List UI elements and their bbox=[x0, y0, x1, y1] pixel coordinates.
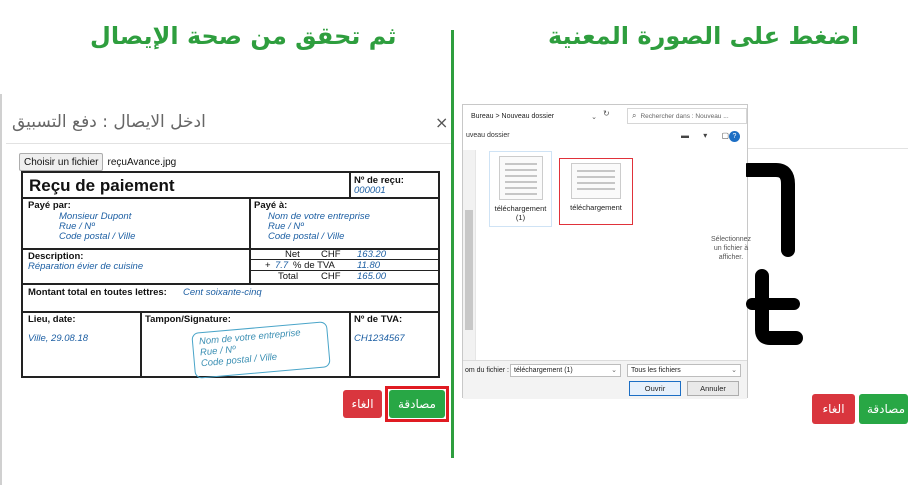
choose-file-button[interactable]: Choisir un fichier bbox=[19, 153, 104, 171]
file-item-selected[interactable]: téléchargement bbox=[559, 158, 633, 225]
modal-header-divider bbox=[748, 148, 908, 149]
file-input-row: Choisir un fichier reçuAvance.jpg bbox=[19, 153, 176, 171]
dialog-toolbar: uveau dossier ▬ ▾ ▢ ? bbox=[463, 129, 747, 145]
search-placeholder: Rechercher dans : Nouveau ... bbox=[640, 112, 729, 120]
total-currency: CHF bbox=[321, 271, 341, 282]
confirm-button[interactable]: مصادقة bbox=[859, 394, 908, 424]
new-folder-button[interactable]: uveau dossier bbox=[466, 132, 510, 139]
total-words-value: Cent soixante-cinq bbox=[183, 287, 262, 298]
receipt-rule bbox=[349, 173, 351, 197]
stamp-label: Tampon/Signature: bbox=[145, 314, 231, 325]
file-name-value: téléchargement (1) bbox=[514, 367, 573, 374]
selected-file-name: reçuAvance.jpg bbox=[107, 156, 177, 168]
receipt-preview: Reçu de paiement Nº de reçu: 000001 Payé… bbox=[21, 171, 440, 379]
file-open-dialog: Bureau > Nouveau dossier ⌄ ↻ ⌕ Recherche… bbox=[462, 104, 748, 399]
file-item[interactable]: téléchargement (1) bbox=[489, 151, 552, 227]
address-bar[interactable]: Bureau > Nouveau dossier ⌄ bbox=[465, 109, 601, 124]
description-value: Réparation évier de cuisine bbox=[28, 261, 144, 272]
dialog-footer: om du fichier : téléchargement (1) ⌄ Tou… bbox=[463, 360, 747, 399]
tva-value: 11.80 bbox=[357, 260, 381, 271]
close-icon[interactable]: × bbox=[435, 113, 448, 132]
place-date-value: Ville, 29.08.18 bbox=[28, 333, 89, 344]
tva-rate: 7.7 bbox=[275, 260, 289, 271]
receipt-rule bbox=[23, 197, 438, 199]
view-options-icon[interactable]: ▬ ▾ ▢ bbox=[681, 131, 735, 140]
total-words-label: Montant total en toutes lettres: bbox=[28, 287, 167, 298]
company-stamp: Nom de votre entreprise Rue / Nº Code po… bbox=[191, 321, 331, 379]
paid-by-line: Code postal / Ville bbox=[59, 231, 136, 242]
tva-prefix: + bbox=[265, 260, 271, 271]
file-thumbnail-icon bbox=[571, 163, 621, 199]
glyph-stroke bbox=[746, 163, 795, 257]
file-name-field[interactable]: téléchargement (1) ⌄ bbox=[510, 364, 621, 377]
total-label: Total bbox=[278, 271, 299, 282]
search-icon: ⌕ bbox=[632, 111, 637, 120]
paid-to-label: Payé à: bbox=[254, 200, 288, 211]
tva-label: % de TVA bbox=[293, 260, 335, 271]
step-heading-click-image: اضغط على الصورة المعنية bbox=[548, 22, 860, 50]
receipt-rule bbox=[349, 311, 351, 376]
paid-to-line: Code postal / Ville bbox=[268, 231, 345, 242]
receipt-title: Reçu de paiement bbox=[29, 176, 175, 195]
tva-number-value: CH1234567 bbox=[354, 333, 405, 344]
receipt-rule bbox=[23, 311, 438, 313]
breadcrumb: Bureau > Nouveau dossier bbox=[471, 113, 555, 120]
cancel-button[interactable]: الغاء bbox=[812, 394, 855, 424]
step-number-glyph-top bbox=[746, 163, 795, 257]
chevron-down-icon[interactable]: ⌄ bbox=[731, 365, 737, 376]
net-value: 163.20 bbox=[357, 249, 387, 260]
file-name-label: om du fichier : bbox=[465, 367, 509, 374]
file-type-select[interactable]: Tous les fichiers ⌄ bbox=[627, 364, 741, 377]
file-thumbnail-icon bbox=[498, 156, 543, 200]
receipt-upload-modal: ادخل الايصال : دفع التسبيق × Choisir un … bbox=[0, 94, 451, 485]
modal-title: ادخل الايصال : دفع التسبيق bbox=[12, 112, 206, 132]
open-button[interactable]: Ouvrir bbox=[629, 381, 681, 396]
chevron-down-icon[interactable]: ⌄ bbox=[591, 113, 597, 121]
receipt-rule bbox=[23, 283, 438, 285]
modal-header-divider bbox=[6, 143, 451, 144]
confirm-button-highlight bbox=[385, 386, 449, 422]
pane-divider bbox=[475, 150, 476, 360]
chevron-down-icon[interactable]: ⌄ bbox=[611, 365, 617, 376]
receipt-number: 000001 bbox=[354, 185, 386, 196]
file-name: téléchargement (1) bbox=[494, 204, 547, 222]
receipt-rule bbox=[140, 311, 142, 376]
section-divider bbox=[451, 30, 454, 458]
step-number-glyph-bottom bbox=[746, 269, 803, 345]
scrollbar-thumb[interactable] bbox=[465, 210, 473, 330]
net-currency: CHF bbox=[321, 249, 341, 260]
search-input[interactable]: ⌕ Rechercher dans : Nouveau ... bbox=[627, 108, 747, 124]
refresh-icon[interactable]: ↻ bbox=[603, 109, 610, 118]
file-type-value: Tous les fichiers bbox=[631, 367, 681, 374]
help-icon[interactable]: ? bbox=[729, 131, 740, 142]
paid-by-label: Payé par: bbox=[28, 200, 71, 211]
tva-number-label: Nº de TVA: bbox=[354, 314, 403, 325]
file-name: téléchargement bbox=[570, 203, 622, 212]
net-label: Net bbox=[285, 249, 300, 260]
place-date-label: Lieu, date: bbox=[28, 314, 76, 325]
step-heading-validate: ثم تحقق من صحة الإيصال bbox=[90, 22, 397, 50]
cancel-button[interactable]: الغاء bbox=[343, 390, 382, 418]
navigation-scrollbar[interactable] bbox=[463, 150, 475, 360]
total-value: 165.00 bbox=[357, 271, 387, 282]
dialog-cancel-button[interactable]: Annuler bbox=[687, 381, 739, 396]
